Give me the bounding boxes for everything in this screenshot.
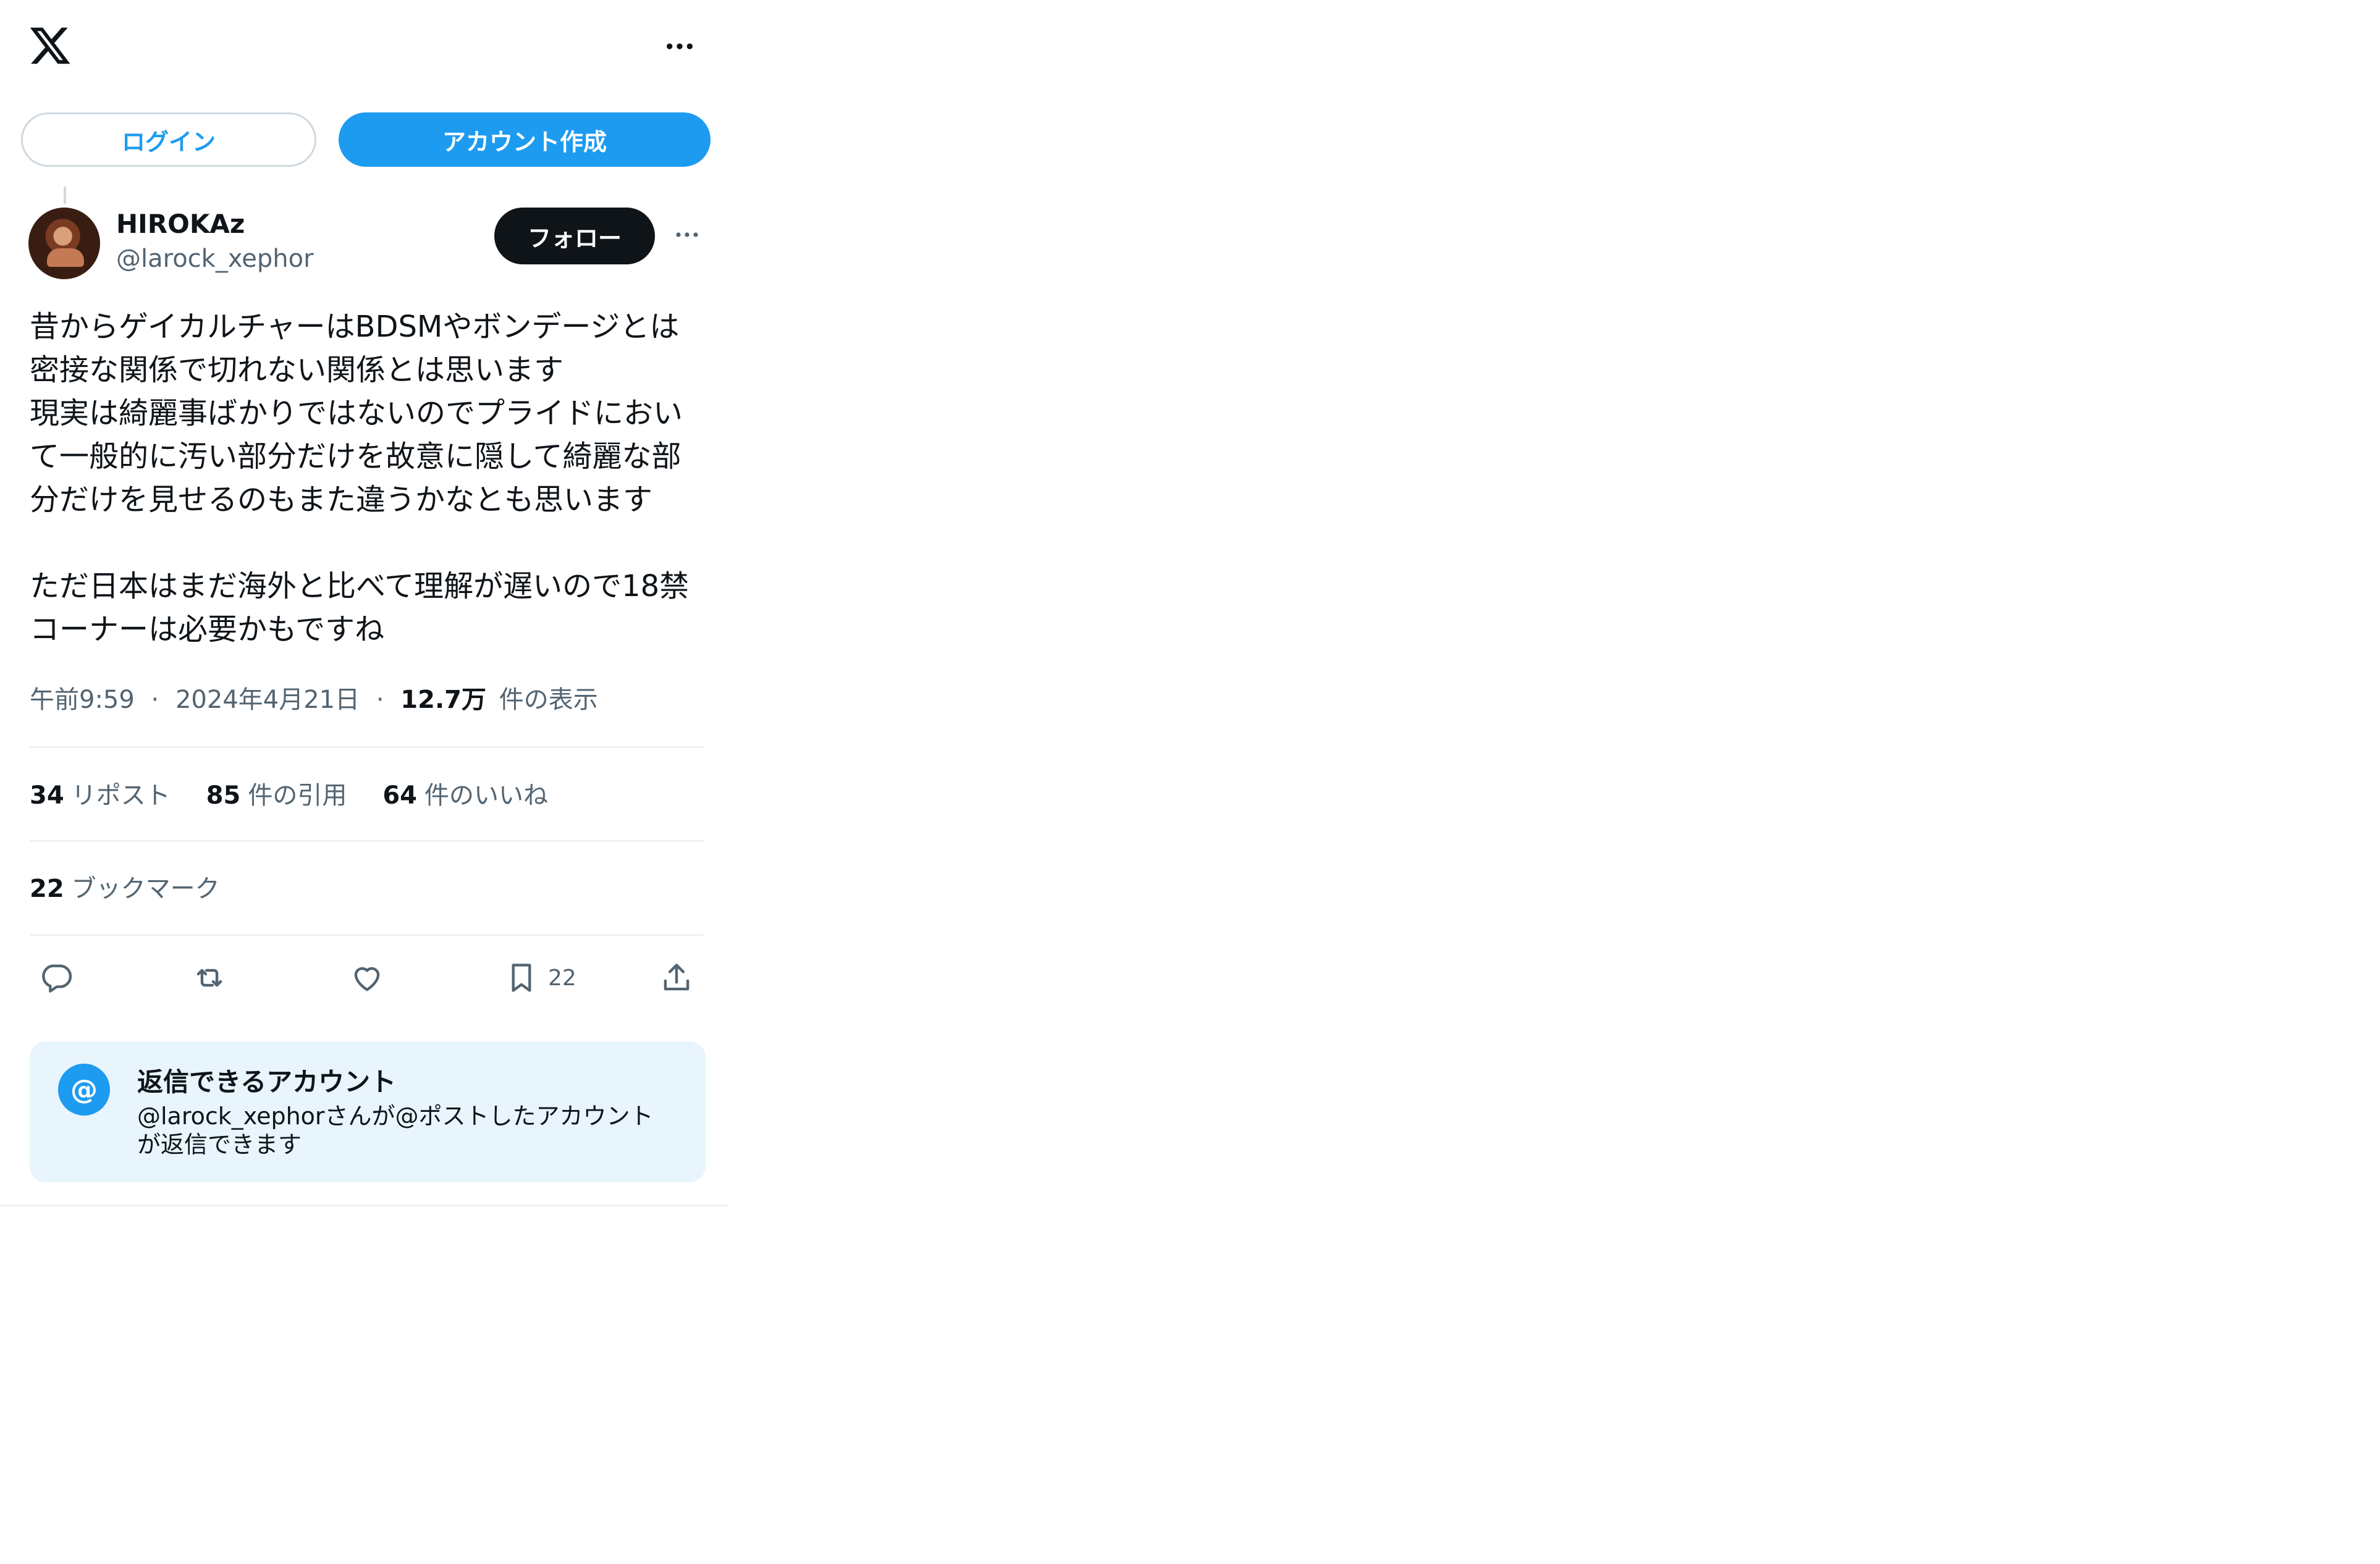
bookmarks-count: 22 [30, 875, 64, 903]
meta-separator: · [376, 686, 384, 714]
reposts-label: リポスト [71, 781, 171, 810]
repost-icon[interactable] [192, 956, 227, 999]
author-handle[interactable]: @larock_xephor [116, 245, 314, 273]
follow-button[interactable]: フォロー [494, 208, 655, 264]
post-more-icon[interactable] [669, 216, 706, 253]
meta-separator: · [151, 686, 159, 714]
likes-stat[interactable]: 64 件のいいね [382, 775, 548, 811]
post-time[interactable]: 午前9:59 [30, 686, 135, 714]
views-label: 件の表示 [499, 686, 598, 714]
views-count: 12.7万 [400, 686, 486, 714]
thread-connector-line [64, 187, 66, 204]
divider [30, 746, 703, 748]
app-root: ログイン アカウント作成 HIROKAz @larock_xephor フォロー… [0, 0, 2380, 1564]
post-meta: 午前9:59 · 2024年4月21日 · 12.7万 件の表示 [30, 679, 598, 715]
divider [30, 934, 703, 936]
reply-restriction-box: @ 返信できるアカウント @larock_xephorさんが@ポストしたアカウン… [30, 1041, 706, 1182]
post-date[interactable]: 2024年4月21日 [175, 686, 360, 714]
at-sign-icon: @ [58, 1064, 110, 1116]
more-horizontal-icon[interactable] [658, 25, 701, 68]
x-logo-icon[interactable] [28, 23, 72, 68]
quotes-stat[interactable]: 85 件の引用 [206, 775, 347, 811]
quotes-label: 件の引用 [248, 781, 347, 810]
author-name[interactable]: HIROKAz [116, 209, 245, 239]
create-account-button[interactable]: アカウント作成 [339, 112, 711, 167]
reply-icon[interactable] [38, 956, 74, 999]
likes-label: 件のいいね [424, 781, 549, 810]
bookmark-action-count: 22 [548, 965, 576, 991]
heart-icon[interactable] [349, 956, 385, 999]
avatar[interactable] [28, 208, 100, 279]
bookmark-icon [512, 964, 531, 992]
bookmarks-label: ブックマーク [71, 875, 220, 903]
reposts-stat[interactable]: 34 リポスト [30, 775, 171, 811]
bookmark-button[interactable]: 22 [504, 956, 576, 999]
reply-restriction-description: @larock_xephorさんが@ポストしたアカウント が返信できます [137, 1103, 654, 1158]
stats-row: 34 リポスト 85 件の引用 64 件のいいね [30, 775, 548, 811]
quotes-count: 85 [206, 781, 241, 810]
share-icon[interactable] [659, 956, 694, 999]
reposts-count: 34 [30, 781, 64, 810]
post-text: 昔からゲイカルチャーはBDSMやボンデージとは 密接な関係で切れない関係とは思い… [30, 309, 690, 647]
reply-restriction-title: 返信できるアカウント [137, 1067, 397, 1097]
divider [30, 840, 703, 842]
post-column: ログイン アカウント作成 HIROKAz @larock_xephor フォロー… [0, 0, 729, 1206]
login-button[interactable]: ログイン [21, 112, 316, 167]
likes-count: 64 [382, 781, 418, 810]
bookmarks-stat[interactable]: 22 ブックマーク [30, 868, 220, 904]
